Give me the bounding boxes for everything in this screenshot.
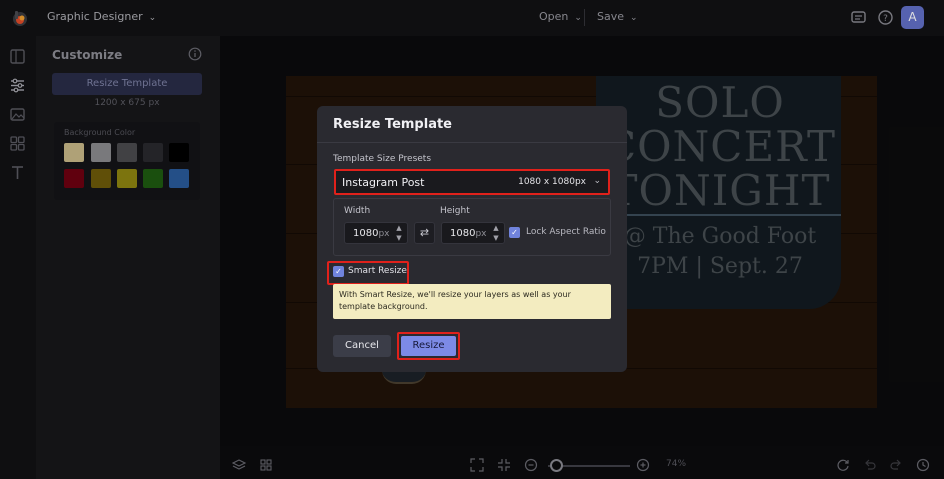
help-icon[interactable]: ? xyxy=(877,9,894,26)
color-swatch[interactable] xyxy=(143,143,163,162)
height-input[interactable]: 1080px ▲ ▼ xyxy=(441,222,505,244)
color-swatch[interactable] xyxy=(91,143,111,162)
poster-line-concert: CONCERT xyxy=(603,122,836,171)
color-swatch[interactable] xyxy=(117,169,137,188)
app-window: Graphic Designer ⌄ Open ⌄ Save ⌄ ? A Cus… xyxy=(0,0,944,479)
sliders-icon[interactable] xyxy=(9,77,26,94)
swap-icon: ⇄ xyxy=(419,226,430,239)
background-color-section: Background Color xyxy=(54,122,200,200)
width-unit: px xyxy=(378,229,390,239)
tool-rail xyxy=(0,36,36,479)
undo-icon[interactable] xyxy=(863,458,877,472)
layers-icon[interactable] xyxy=(232,458,246,472)
preset-label: Template Size Presets xyxy=(333,154,432,164)
chevron-down-icon: ⌄ xyxy=(574,13,582,23)
smart-resize-checkbox[interactable]: ✓ xyxy=(333,266,344,277)
background-color-label: Background Color xyxy=(64,128,136,137)
check-icon: ✓ xyxy=(335,267,342,276)
color-swatch[interactable] xyxy=(64,143,84,162)
height-value-wrap: 1080px xyxy=(450,228,487,239)
zoom-slider-thumb[interactable] xyxy=(550,459,563,472)
redo-icon[interactable] xyxy=(889,458,903,472)
height-unit: px xyxy=(475,229,487,239)
open-menu[interactable]: Open ⌄ xyxy=(539,10,582,23)
check-icon: ✓ xyxy=(511,228,518,237)
increment-icon[interactable]: ▲ xyxy=(394,224,404,232)
app-name-label: Graphic Designer xyxy=(47,10,143,23)
color-swatch[interactable] xyxy=(91,169,111,188)
width-value-wrap: 1080px xyxy=(353,228,390,239)
poster-date: 7PM | Sept. 27 xyxy=(637,254,803,279)
save-menu[interactable]: Save ⌄ xyxy=(597,10,638,23)
color-swatch[interactable] xyxy=(169,143,189,162)
open-label: Open xyxy=(539,10,569,23)
color-swatch[interactable] xyxy=(64,169,84,188)
zoom-level[interactable]: 74% xyxy=(666,459,686,469)
tip-text: With Smart Resize, we'll resize your lay… xyxy=(339,290,571,311)
zoom-in-icon[interactable] xyxy=(636,458,650,472)
width-value: 1080 xyxy=(353,228,379,239)
height-label: Height xyxy=(440,206,470,216)
lock-aspect-label: Lock Aspect Ratio xyxy=(526,227,606,237)
swap-dimensions-button[interactable]: ⇄ xyxy=(414,222,435,244)
template-dimensions: 1200 x 675 px xyxy=(94,98,160,108)
save-label: Save xyxy=(597,10,625,23)
height-value: 1080 xyxy=(450,228,476,239)
poster-line-tonight: TONIGHT xyxy=(609,166,831,215)
layout-icon[interactable] xyxy=(9,48,26,65)
cancel-button[interactable]: Cancel xyxy=(333,335,391,357)
chevron-down-icon: ⌄ xyxy=(593,176,601,186)
decrement-icon[interactable]: ▼ xyxy=(491,234,501,242)
color-swatch[interactable] xyxy=(117,143,137,162)
zoom-out-icon[interactable] xyxy=(524,458,538,472)
chevron-down-icon: ⌄ xyxy=(148,13,157,23)
resize-button[interactable]: Resize xyxy=(401,336,456,356)
chevron-down-icon: ⌄ xyxy=(630,13,638,23)
color-swatch[interactable] xyxy=(143,169,163,188)
poster-divider xyxy=(604,214,841,216)
resize-template-button[interactable]: Resize Template xyxy=(52,73,202,95)
increment-icon[interactable]: ▲ xyxy=(491,224,501,232)
top-bar: Graphic Designer ⌄ Open ⌄ Save ⌄ ? A xyxy=(0,0,944,36)
grid-icon[interactable] xyxy=(259,458,273,472)
poster-line-solo: SOLO xyxy=(655,78,785,127)
fit-screen-icon[interactable] xyxy=(470,458,484,472)
elements-icon[interactable] xyxy=(9,135,26,152)
comment-icon[interactable] xyxy=(850,9,867,26)
app-switcher[interactable]: Graphic Designer ⌄ xyxy=(47,10,156,23)
dialog-divider xyxy=(317,142,627,143)
customize-panel: Customize Resize Template 1200 x 675 px … xyxy=(36,36,220,479)
width-label: Width xyxy=(344,206,371,216)
dialog-title: Resize Template xyxy=(333,117,452,132)
smart-resize-tip: With Smart Resize, we'll resize your lay… xyxy=(333,284,611,319)
resize-template-dialog: Resize Template Template Size Presets In… xyxy=(317,106,627,372)
preset-name: Instagram Post xyxy=(342,176,425,189)
refresh-icon[interactable] xyxy=(836,458,850,472)
info-icon[interactable] xyxy=(188,47,202,61)
decrement-icon[interactable]: ▼ xyxy=(394,234,404,242)
preset-select[interactable]: Instagram Post 1080 x 1080px ⌄ xyxy=(334,169,610,195)
history-icon[interactable] xyxy=(916,458,930,472)
width-input[interactable]: 1080px ▲ ▼ xyxy=(344,222,408,244)
svg-text:?: ? xyxy=(883,14,888,24)
image-icon[interactable] xyxy=(9,106,26,123)
poster-venue: @ The Good Foot xyxy=(623,224,817,249)
panel-title: Customize xyxy=(52,48,123,62)
app-logo-icon[interactable] xyxy=(11,9,29,27)
lock-aspect-checkbox[interactable]: ✓ xyxy=(509,227,520,238)
smart-resize-label[interactable]: Smart Resize xyxy=(348,266,407,276)
color-swatch[interactable] xyxy=(169,169,189,188)
shrink-icon[interactable] xyxy=(497,458,511,472)
text-icon[interactable] xyxy=(9,164,26,181)
avatar[interactable]: A xyxy=(901,6,924,29)
preset-size: 1080 x 1080px xyxy=(518,177,586,187)
menu-divider xyxy=(584,9,585,26)
